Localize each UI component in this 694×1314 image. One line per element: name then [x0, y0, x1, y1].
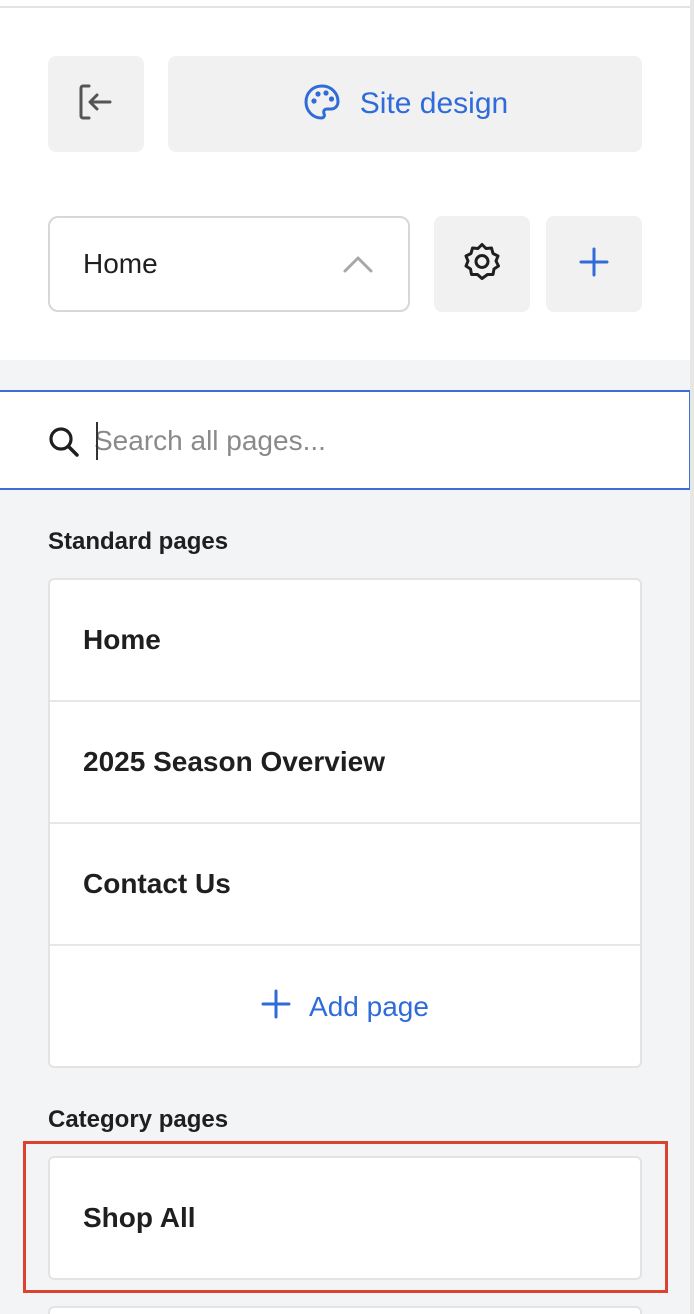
category-pages-list: Shop All: [48, 1156, 642, 1280]
panel-right-edge: [690, 0, 694, 1314]
add-page-label: Add page: [309, 991, 429, 1022]
page-selector-value: Home: [83, 248, 158, 279]
search-bar: [0, 390, 691, 490]
palette-icon: [302, 82, 342, 127]
site-design-button[interactable]: Site design: [168, 56, 642, 152]
exit-panel-icon: [76, 82, 116, 127]
page-settings-button[interactable]: [434, 216, 530, 312]
page-selector-dropdown[interactable]: Home: [48, 216, 410, 312]
standard-pages-list: Home 2025 Season Overview Contact Us Add…: [48, 578, 642, 1068]
page-item-contact-us[interactable]: Contact Us: [50, 824, 640, 946]
add-page-button[interactable]: Add page: [50, 946, 640, 1066]
page-item-home[interactable]: Home: [50, 580, 640, 702]
search-input[interactable]: [94, 416, 654, 466]
site-design-label: Site design: [359, 87, 509, 120]
category-pages-heading: Category pages: [48, 1106, 229, 1133]
plus-icon: [578, 246, 610, 283]
gear-icon: [461, 241, 503, 288]
top-border: [0, 0, 694, 8]
plus-icon: [261, 989, 291, 1026]
exit-button[interactable]: [48, 56, 144, 152]
next-card-edge: [48, 1306, 642, 1314]
chevron-up-icon: [342, 254, 374, 279]
standard-pages-heading: Standard pages: [48, 528, 229, 555]
page-item-2025-season-overview[interactable]: 2025 Season Overview: [50, 702, 640, 824]
add-page-top-button[interactable]: [546, 216, 642, 312]
page-item-shop-all[interactable]: Shop All: [50, 1158, 640, 1278]
search-icon: [48, 426, 80, 463]
text-cursor: [96, 422, 98, 460]
